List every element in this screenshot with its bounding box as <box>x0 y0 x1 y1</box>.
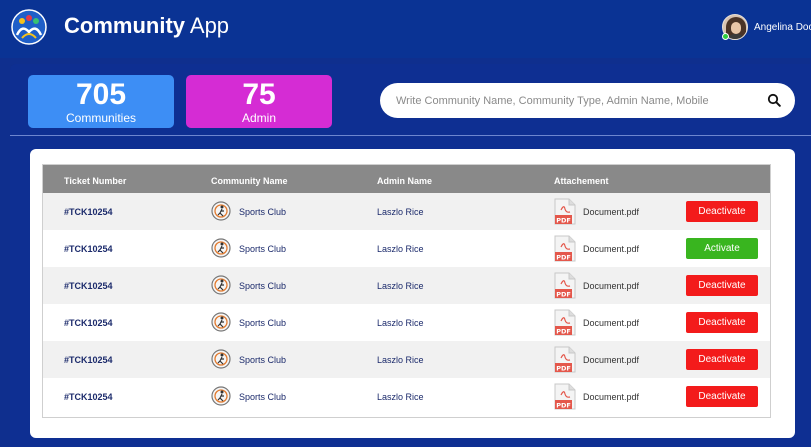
user-menu[interactable]: Angelina Doo <box>722 12 811 42</box>
table-row: #TCK10254 Sports Club Laszlo Rice PDF Do… <box>43 378 770 415</box>
sports-club-icon <box>211 275 231 295</box>
admin-name: Laszlo Rice <box>377 318 424 328</box>
sports-club-icon <box>211 201 231 221</box>
user-name: Angelina Doo <box>754 21 811 33</box>
ticket-number[interactable]: #TCK10254 <box>64 392 113 402</box>
online-status-icon <box>722 33 729 40</box>
document-name[interactable]: Document.pdf <box>583 207 639 217</box>
ticket-number[interactable]: #TCK10254 <box>64 207 113 217</box>
search-input[interactable] <box>396 94 756 107</box>
search-bar <box>380 83 795 118</box>
communities-count: 705 <box>75 78 127 111</box>
pdf-icon[interactable]: PDF <box>554 309 576 336</box>
column-attachment: Attachement <box>554 176 609 186</box>
pdf-icon[interactable]: PDF <box>554 198 576 225</box>
admin-name: Laszlo Rice <box>377 392 424 402</box>
ticket-number[interactable]: #TCK10254 <box>64 318 113 328</box>
deactivate-button[interactable]: Deactivate <box>686 386 758 407</box>
divider <box>10 135 811 136</box>
svg-text:PDF: PDF <box>556 402 571 410</box>
table-row: #TCK10254 Sports Club Laszlo Rice PDF Do… <box>43 230 770 267</box>
app-title-bold: Community <box>64 13 185 38</box>
table-body: #TCK10254 Sports Club Laszlo Rice PDF Do… <box>43 193 770 415</box>
admin-name: Laszlo Rice <box>377 281 424 291</box>
deactivate-button[interactable]: Deactivate <box>686 275 758 296</box>
table-row: #TCK10254 Sports Club Laszlo Rice PDF Do… <box>43 341 770 378</box>
community-name[interactable]: Sports Club <box>239 318 286 328</box>
communities-stat-card[interactable]: 705 Communities <box>28 75 174 128</box>
top-bar: Community App Angelina Doo <box>0 0 811 58</box>
table-header: Ticket Number Community Name Admin Name … <box>43 165 770 193</box>
pdf-icon[interactable]: PDF <box>554 346 576 373</box>
ticket-number[interactable]: #TCK10254 <box>64 355 113 365</box>
svg-text:PDF: PDF <box>556 254 571 262</box>
admin-count: 75 <box>242 78 276 111</box>
table-row: #TCK10254 Sports Club Laszlo Rice PDF Do… <box>43 304 770 341</box>
ticket-number[interactable]: #TCK10254 <box>64 244 113 254</box>
community-name[interactable]: Sports Club <box>239 392 286 402</box>
svg-text:PDF: PDF <box>556 328 571 336</box>
communities-label: Communities <box>65 111 137 125</box>
document-name[interactable]: Document.pdf <box>583 318 639 328</box>
admin-stat-card[interactable]: 75 Admin <box>186 75 332 128</box>
sports-club-icon <box>211 349 231 369</box>
svg-text:PDF: PDF <box>556 365 571 373</box>
tickets-table: Ticket Number Community Name Admin Name … <box>42 164 771 418</box>
table-row: #TCK10254 Sports Club Laszlo Rice PDF Do… <box>43 267 770 304</box>
app-title-light: App <box>185 13 230 38</box>
admin-name: Laszlo Rice <box>377 355 424 365</box>
app-title: Community App <box>64 13 229 39</box>
document-name[interactable]: Document.pdf <box>583 355 639 365</box>
sports-club-icon <box>211 386 231 406</box>
community-name[interactable]: Sports Club <box>239 207 286 217</box>
table-row: #TCK10254 Sports Club Laszlo Rice PDF Do… <box>43 193 770 230</box>
admin-name: Laszlo Rice <box>377 207 424 217</box>
column-community-name: Community Name <box>211 176 288 186</box>
svg-text:PDF: PDF <box>556 217 571 225</box>
community-name[interactable]: Sports Club <box>239 355 286 365</box>
deactivate-button[interactable]: Deactivate <box>686 201 758 222</box>
search-icon[interactable] <box>767 93 781 107</box>
document-name[interactable]: Document.pdf <box>583 392 639 402</box>
sports-club-icon <box>211 238 231 258</box>
community-name[interactable]: Sports Club <box>239 244 286 254</box>
deactivate-button[interactable]: Deactivate <box>686 349 758 370</box>
deactivate-button[interactable]: Deactivate <box>686 312 758 333</box>
sports-club-icon <box>211 312 231 332</box>
pdf-icon[interactable]: PDF <box>554 272 576 299</box>
ticket-number[interactable]: #TCK10254 <box>64 281 113 291</box>
community-logo-icon[interactable] <box>10 8 48 46</box>
admin-label: Admin <box>241 111 276 125</box>
pdf-icon[interactable]: PDF <box>554 235 576 262</box>
community-name[interactable]: Sports Club <box>239 281 286 291</box>
column-admin-name: Admin Name <box>377 176 433 186</box>
admin-name: Laszlo Rice <box>377 244 424 254</box>
column-ticket-number: Ticket Number <box>64 176 127 186</box>
activate-button[interactable]: Activate <box>686 238 758 259</box>
pdf-icon[interactable]: PDF <box>554 383 576 410</box>
document-name[interactable]: Document.pdf <box>583 281 639 291</box>
document-name[interactable]: Document.pdf <box>583 244 639 254</box>
svg-text:PDF: PDF <box>556 291 571 299</box>
